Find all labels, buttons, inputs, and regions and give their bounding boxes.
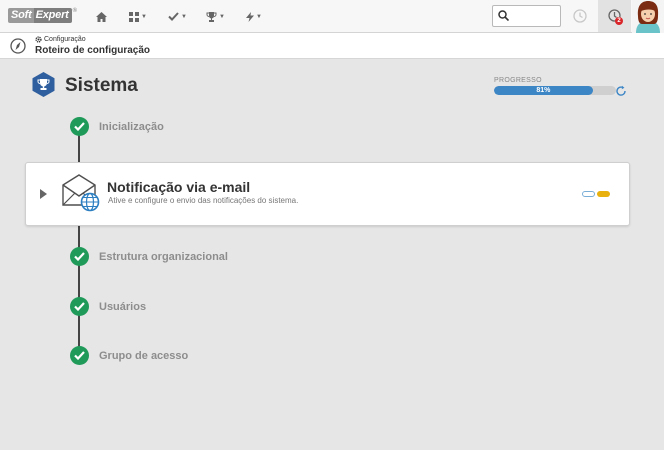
step-usuarios[interactable]: Usuários <box>70 297 146 316</box>
email-globe-icon <box>62 174 100 212</box>
step-label: Inicialização <box>99 120 164 133</box>
check-circle-icon <box>70 297 89 316</box>
chevron-down-icon: ▼ <box>256 13 262 20</box>
search-field[interactable] <box>492 5 561 27</box>
clock-icon <box>573 9 587 23</box>
card-title: Notificação via e-mail <box>107 179 251 195</box>
history-button[interactable] <box>573 9 587 28</box>
step-label: Usuários <box>99 300 147 313</box>
check-circle-icon <box>70 117 89 136</box>
avatar-image <box>632 0 664 33</box>
refresh-icon[interactable] <box>615 85 627 97</box>
progress-fill: 81% <box>494 86 593 95</box>
breadcrumb-parent-label: Configuração <box>44 36 86 43</box>
gear-icon <box>35 36 42 43</box>
tasks-menu-button[interactable]: ▼ <box>168 8 187 25</box>
check-circle-icon <box>70 247 89 266</box>
bolt-icon <box>246 11 254 22</box>
compass-icon <box>10 38 26 54</box>
timeline-connector <box>78 226 80 356</box>
search-icon <box>498 10 509 21</box>
expand-arrow-icon[interactable] <box>40 189 47 199</box>
logo-registered-mark: ® <box>72 8 77 14</box>
user-avatar[interactable] <box>632 0 664 33</box>
dashboard-menu-button[interactable]: ▼ <box>129 8 147 25</box>
card-description: Ative e configure o envio das notificaçõ… <box>108 196 299 205</box>
softexpert-logo[interactable]: Soft Expert ® <box>8 8 77 23</box>
breadcrumb-parent-link[interactable]: Configuração <box>35 36 86 43</box>
page-title: Roteiro de configuração <box>35 45 151 56</box>
progress-bar: 81% <box>494 86 616 95</box>
home-button[interactable] <box>96 8 107 25</box>
check-circle-icon <box>70 346 89 365</box>
breadcrumb: Configuração Roteiro de configuração <box>0 33 664 59</box>
step-label: Estrutura organizacional <box>99 250 228 263</box>
timeline-connector <box>78 135 80 162</box>
notification-count-badge: 2 <box>615 17 623 25</box>
achievements-menu-button[interactable]: ▼ <box>206 8 225 25</box>
substep-indicator-current[interactable] <box>597 191 610 197</box>
section-title: Sistema <box>65 75 138 96</box>
step-label: Grupo de acesso <box>99 349 189 362</box>
top-navigation-bar: Soft Expert ® ▼ ▼ ▼ ▼ 2 <box>0 0 664 33</box>
chevron-down-icon: ▼ <box>141 13 147 20</box>
chevron-down-icon: ▼ <box>181 13 187 20</box>
step-grupo-de-acesso[interactable]: Grupo de acesso <box>70 346 188 365</box>
system-trophy-icon <box>32 72 55 97</box>
notifications-button[interactable]: 2 <box>598 0 631 32</box>
logo-part-soft: Soft <box>8 8 34 23</box>
substep-indicator-pending[interactable] <box>582 191 595 197</box>
step-estrutura-organizacional[interactable]: Estrutura organizacional <box>70 247 228 266</box>
notification-email-card[interactable]: Notificação via e-mail Ative e configure… <box>25 162 630 226</box>
home-icon <box>96 11 107 22</box>
trophy-icon <box>206 11 217 22</box>
grid-icon <box>129 11 139 22</box>
step-inicializacao[interactable]: Inicialização <box>70 117 164 136</box>
check-icon <box>168 12 179 21</box>
actions-menu-button[interactable]: ▼ <box>246 8 262 25</box>
chevron-down-icon: ▼ <box>219 13 225 20</box>
progress-label: PROGRESSO <box>494 77 542 84</box>
logo-part-expert: Expert <box>33 8 72 23</box>
search-input[interactable] <box>513 8 557 24</box>
